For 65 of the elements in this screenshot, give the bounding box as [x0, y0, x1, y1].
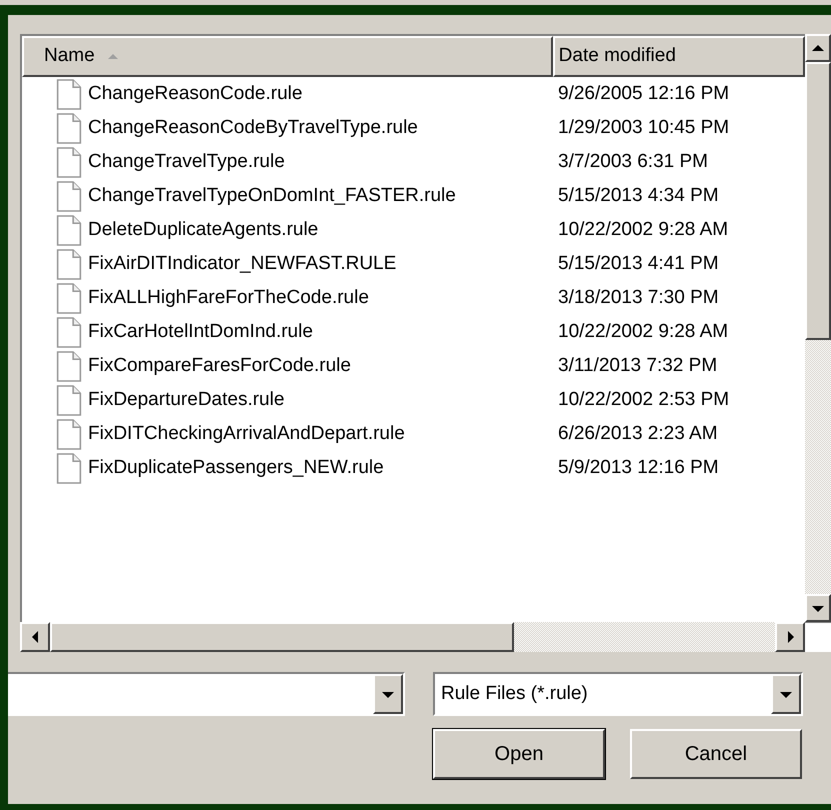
file-name: FixCarHotelIntDomInd.rule: [88, 320, 313, 344]
file-date: 6/26/2013 2:23 AM: [557, 422, 718, 446]
file-name: FixDuplicatePassengers_NEW.rule: [88, 456, 384, 480]
file-name: FixAirDITIndicator_NEWFAST.RULE: [88, 252, 396, 276]
file-row[interactable]: ChangeTravelTypeOnDomInt_FASTER.rule 5/15/2013 4:34 PM: [22, 179, 805, 213]
file-icon: [56, 418, 82, 450]
file-row[interactable]: DeleteDuplicateAgents.rule 10/22/2002 9:28 AM: [22, 213, 805, 247]
file-icon: [56, 112, 82, 144]
file-icon: [56, 146, 82, 178]
file-icon: [56, 316, 82, 348]
file-name: ChangeTravelTypeOnDomInt_FASTER.rule: [88, 184, 456, 208]
file-icon: [56, 350, 82, 382]
file-icon: [56, 180, 82, 212]
file-row[interactable]: FixCompareFaresForCode.rule 3/11/2013 7:32 PM: [22, 349, 805, 383]
left-arrow-icon: [30, 629, 40, 645]
up-arrow-icon: [810, 42, 826, 54]
file-name: ChangeReasonCode.rule: [88, 82, 302, 106]
file-icon: [56, 282, 82, 314]
scroll-thumb[interactable]: [50, 622, 514, 652]
dialog-button[interactable]: Open: [433, 729, 605, 779]
file-type-combo[interactable]: Rule Files (*.rule): [433, 672, 803, 716]
file-date: 10/22/2002 2:53 PM: [557, 388, 730, 412]
file-name-combo[interactable]: [8, 672, 405, 716]
file-icon: [56, 78, 82, 110]
file-date: 3/11/2013 7:32 PM: [557, 354, 718, 378]
scroll-thumb[interactable]: [805, 62, 831, 340]
file-date: 5/15/2013 4:41 PM: [557, 252, 719, 276]
file-icon: [56, 248, 82, 280]
file-name: FixDITCheckingArrivalAndDepart.rule: [88, 422, 405, 446]
dialog-button[interactable]: Cancel: [630, 729, 802, 779]
file-date: 10/22/2002 9:28 AM: [557, 218, 728, 242]
file-row[interactable]: FixDITCheckingArrivalAndDepart.rule 6/26/2013 2:23 AM: [22, 417, 805, 451]
file-row[interactable]: FixCarHotelIntDomInd.rule 10/22/2002 9:28 AM: [22, 315, 805, 349]
column-header[interactable]: Date modified: [552, 36, 805, 77]
file-icon: [56, 452, 82, 484]
file-icon: [56, 384, 82, 416]
vertical-scrollbar[interactable]: [805, 34, 831, 622]
file-row[interactable]: ChangeReasonCodeByTravelType.rule 1/29/2003 10:45 PM: [22, 111, 805, 145]
file-name: FixCompareFaresForCode.rule: [88, 354, 351, 378]
horizontal-scrollbar[interactable]: [20, 622, 805, 652]
file-row[interactable]: FixDepartureDates.rule 10/22/2002 2:53 PM: [22, 383, 805, 417]
file-name: DeleteDuplicateAgents.rule: [88, 218, 318, 242]
file-row[interactable]: FixAirDITIndicator_NEWFAST.RULE 5/15/2013 4:41 PM: [22, 247, 805, 281]
file-date: 3/18/2013 7:30 PM: [557, 286, 719, 310]
scrollbar-corner: [805, 622, 831, 652]
column-header[interactable]: Name: [22, 36, 553, 77]
file-date: 5/15/2013 4:34 PM: [557, 184, 719, 208]
scroll-right-button[interactable]: [775, 622, 805, 652]
file-name: ChangeReasonCodeByTravelType.rule: [88, 116, 418, 140]
file-row[interactable]: FixDuplicatePassengers_NEW.rule 5/9/2013 12:16 PM: [22, 451, 805, 485]
file-row[interactable]: FixALLHighFareForTheCode.rule 3/18/2013 7:30 PM: [22, 281, 805, 315]
scroll-up-button[interactable]: [805, 34, 831, 62]
file-row[interactable]: ChangeReasonCode.rule 9/26/2005 12:16 PM: [22, 77, 805, 111]
scroll-down-button[interactable]: [805, 594, 831, 622]
file-row[interactable]: ChangeTravelType.rule 3/7/2003 6:31 PM: [22, 145, 805, 179]
file-name: ChangeTravelType.rule: [88, 150, 285, 174]
scroll-left-button[interactable]: [20, 622, 50, 652]
file-date: 5/9/2013 12:16 PM: [557, 456, 719, 480]
file-name: FixALLHighFareForTheCode.rule: [88, 286, 369, 310]
file-name: FixDepartureDates.rule: [88, 388, 284, 412]
file-date: 10/22/2002 9:28 AM: [557, 320, 728, 344]
file-date: 1/29/2003 10:45 PM: [557, 116, 730, 140]
file-icon: [56, 214, 82, 246]
file-date: 3/7/2003 6:31 PM: [557, 150, 708, 174]
file-date: 9/26/2005 12:16 PM: [557, 82, 730, 106]
